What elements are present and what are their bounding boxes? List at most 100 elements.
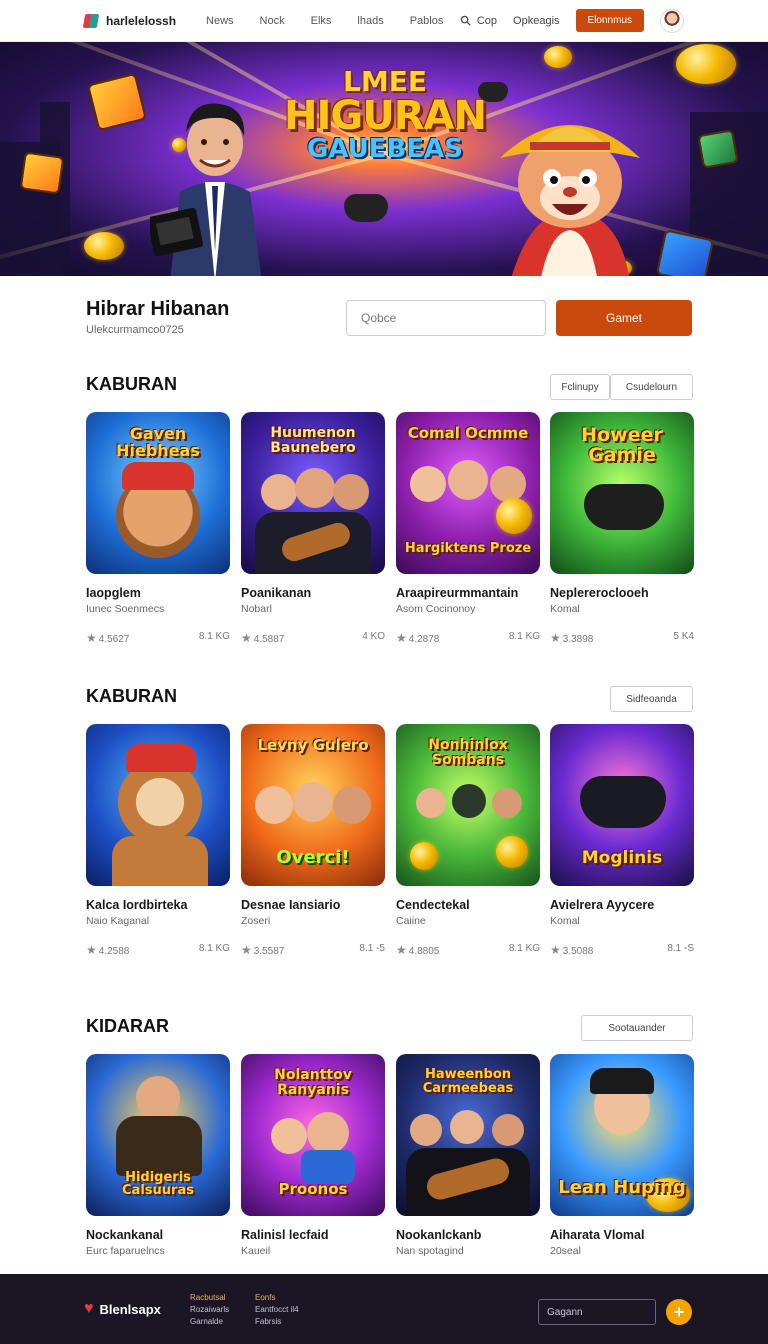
nav-link-nock[interactable]: Nock xyxy=(260,15,285,27)
footer-link[interactable]: Rozaiwarls xyxy=(190,1304,229,1316)
nav-options[interactable]: Opkeagis xyxy=(513,15,559,27)
footer-column: Eonfs Eantfocct il4 Fabrsis xyxy=(255,1292,299,1328)
nav-link-elks[interactable]: Elks xyxy=(311,15,332,27)
game-publisher: Nan spotagind xyxy=(396,1245,464,1257)
game-thumbnail: Gaven Hiebheas xyxy=(86,412,230,574)
game-card[interactable]: Comal Ocmme Hargiktens Proze Araapireurm… xyxy=(396,412,540,645)
brand-logo-icon xyxy=(82,13,100,29)
hero-title-line1: LMEE xyxy=(343,65,427,98)
top-nav: harlelelossh News Nock Elks lhads Pablos… xyxy=(0,0,768,42)
game-name[interactable]: Desnae Iansiario xyxy=(241,898,385,912)
star-icon: ★ xyxy=(86,943,97,957)
primary-action-button[interactable]: Gamet xyxy=(556,300,692,336)
game-thumbnail: Moglinis xyxy=(550,724,694,886)
game-thumbnail: Haweenbon Carmeebeas xyxy=(396,1054,540,1216)
gamepad-icon xyxy=(344,194,388,222)
game-card[interactable]: Lean Huping Aiharata Vlomal 20seal xyxy=(550,1054,694,1257)
game-name[interactable]: Neplereroclooeh xyxy=(550,586,694,600)
game-name[interactable]: Avielrera Ayycere xyxy=(550,898,694,912)
game-name[interactable]: Cendectekal xyxy=(396,898,540,912)
brand[interactable]: harlelelossh xyxy=(82,13,177,29)
nav-link-lhads[interactable]: lhads xyxy=(357,15,383,27)
add-button[interactable]: + xyxy=(666,1299,692,1325)
game-publisher: Eurc faparuelncs xyxy=(86,1245,165,1257)
game-name[interactable]: Nookanlckanb xyxy=(396,1228,540,1242)
star-icon: ★ xyxy=(241,943,252,957)
footer-link[interactable]: Eonfs xyxy=(255,1292,299,1304)
game-publisher: Nobarl xyxy=(241,603,272,615)
game-name[interactable]: Kalca Iordbirteka xyxy=(86,898,230,912)
search-input[interactable] xyxy=(346,300,546,336)
game-thumbnail: Nolanttov Ranyanis Proonos xyxy=(241,1054,385,1216)
game-thumbnail-title: Levny Gulero xyxy=(257,736,369,754)
game-card[interactable]: Howeer Gamie Neplereroclooeh Komal ★ 3.38… xyxy=(550,412,694,645)
game-rating: 4.2878 xyxy=(408,634,440,645)
game-size: 5 K4 xyxy=(673,631,694,642)
game-rating: 3.5587 xyxy=(253,946,285,957)
footer-link[interactable]: Garnalde xyxy=(190,1316,229,1328)
game-meta: ★ 3.5587 8.1 -5 xyxy=(241,943,385,957)
star-icon: ★ xyxy=(396,631,407,645)
hero-banner[interactable]: LMEE HIGURAN GAUEBEAS xyxy=(0,42,768,276)
star-icon: ★ xyxy=(550,943,561,957)
nav-links: News Nock Elks lhads Pablos xyxy=(206,15,443,27)
game-rating: 4.2588 xyxy=(98,946,130,957)
avatar[interactable] xyxy=(660,8,684,33)
nav-link-pablos[interactable]: Pablos xyxy=(410,15,444,27)
game-card[interactable]: Hidigeris Calsuuras Nockankanal Eurc fap… xyxy=(86,1054,230,1257)
game-rating: 4.5627 xyxy=(98,634,130,645)
game-name[interactable]: Aiharata Vlomal xyxy=(550,1228,694,1242)
game-thumbnail: Levny Gulero Overci! xyxy=(241,724,385,886)
game-card[interactable]: Huumenon Baunebero Poanikanan Nobarl ★ 4.… xyxy=(241,412,385,645)
game-rating: 4.8805 xyxy=(408,946,440,957)
game-card[interactable]: Gaven Hiebheas Iaopglem Iunec Soenmecs ★… xyxy=(86,412,230,645)
game-card[interactable]: Haweenbon Carmeebeas Nookanlckanb Nan sp… xyxy=(396,1054,540,1257)
profile-subtitle: Ulekcurmamco0725 xyxy=(86,324,184,336)
game-name[interactable]: Poanikanan xyxy=(241,586,385,600)
game-card[interactable]: Kalca Iordbirteka Naio Kaganal ★ 4.2588 8.… xyxy=(86,724,230,957)
game-publisher: 20seal xyxy=(550,1245,581,1257)
nav-link-news[interactable]: News xyxy=(206,15,234,27)
heart-icon: ♥ xyxy=(84,1300,94,1317)
game-name[interactable]: Araapireurmmantain xyxy=(396,586,540,600)
hero-title-line3: GAUEBEAS xyxy=(307,134,463,164)
game-name[interactable]: Ralinisl lecfaid xyxy=(241,1228,385,1242)
section-title: KABURAN xyxy=(86,686,177,706)
section-filter-button[interactable]: Sidfeoanda xyxy=(610,686,693,712)
footer-link[interactable]: Racbutsal xyxy=(190,1292,229,1304)
nav-cta-button[interactable]: Elonnmus xyxy=(575,9,644,32)
game-card[interactable]: Nonhinlox Sombans Cendectekal Caiine ★ 4.… xyxy=(396,724,540,957)
section-filter-button[interactable]: Fclinupy xyxy=(550,374,610,400)
footer-link[interactable]: Eantfocct il4 xyxy=(255,1304,299,1316)
section-title: KIDARAR xyxy=(86,1016,169,1036)
game-publisher: Caiine xyxy=(396,915,426,927)
star-icon: ★ xyxy=(550,631,561,645)
gamepad-icon xyxy=(478,82,508,102)
game-card[interactable]: Nolanttov Ranyanis Proonos Ralinisl lecf… xyxy=(241,1054,385,1257)
section-filter-button[interactable]: Sootauander xyxy=(581,1015,693,1041)
game-name[interactable]: Iaopglem xyxy=(86,586,230,600)
nav-search[interactable]: Cop xyxy=(460,15,497,27)
game-size: 8.1 KG xyxy=(508,631,540,642)
game-meta: ★ 4.5887 4 KO xyxy=(241,631,385,645)
game-thumbnail xyxy=(86,724,230,886)
section-sort-button[interactable]: Csudelourn xyxy=(610,374,693,400)
brand-name: harlelelossh xyxy=(106,13,177,28)
game-publisher: Komal xyxy=(550,915,580,927)
footer-link[interactable]: Fabrsis xyxy=(255,1316,299,1328)
game-thumbnail-subtitle: Moglinis xyxy=(581,848,663,869)
game-card[interactable]: Moglinis Avielrera Ayycere Komal ★ 3.5088… xyxy=(550,724,694,957)
host-character xyxy=(150,103,262,276)
star-icon: ★ xyxy=(396,943,407,957)
game-rating: 4.5887 xyxy=(253,634,285,645)
game-thumbnail-subtitle: Hargiktens Proze xyxy=(404,541,532,557)
game-thumbnail: Hidigeris Calsuuras xyxy=(86,1054,230,1216)
footer-brand[interactable]: ♥ Blenlsapx xyxy=(84,1300,161,1318)
dice-icon xyxy=(697,129,739,169)
game-card[interactable]: Levny Gulero Overci! Desnae Iansiario Zo… xyxy=(241,724,385,957)
game-meta: ★ 3.3898 5 K4 xyxy=(550,631,694,645)
game-name[interactable]: Nockankanal xyxy=(86,1228,230,1242)
footer-search-input[interactable] xyxy=(538,1299,656,1325)
game-thumbnail-title: Nonhinlox Sombans xyxy=(428,737,508,768)
game-thumbnail: Lean Huping xyxy=(550,1054,694,1216)
